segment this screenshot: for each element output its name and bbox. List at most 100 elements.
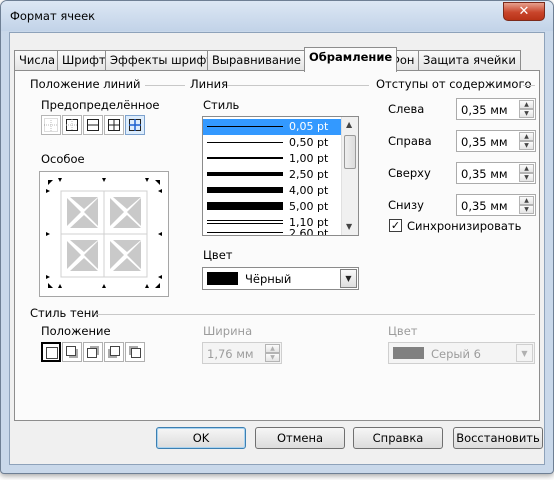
dialog-body: Числа Шрифт Эффекты шрифта Выравнивание … — [9, 32, 545, 465]
shadow-position-label: Положение — [41, 324, 111, 338]
predefined-label: Предопределённое — [41, 98, 160, 112]
line-group-title: Линия — [190, 77, 229, 91]
shadow-top-right-icon — [87, 346, 99, 358]
synchronize-checkbox[interactable]: ✓ — [389, 219, 402, 232]
scrollbar-thumb[interactable] — [344, 135, 356, 169]
scroll-up-icon[interactable]: ▲ — [346, 120, 352, 129]
decrement-icon[interactable]: ▼ — [265, 353, 280, 362]
spacing-bottom-field[interactable]: 0,35 мм ▲ ▼ — [456, 194, 536, 216]
spacing-left-label: Слева — [388, 102, 425, 116]
line-style-item[interactable]: 4,00 pt — [203, 183, 342, 199]
divider — [523, 85, 535, 86]
line-arrangement-title: Положение линий — [30, 77, 141, 91]
close-button[interactable]: ✕ — [503, 2, 545, 21]
line-sample — [207, 187, 283, 193]
line-style-scrollbar[interactable]: ▲ ▼ — [341, 117, 358, 235]
line-sample — [207, 172, 283, 176]
tab-numbers[interactable]: Числа — [14, 50, 61, 71]
help-button[interactable]: Справка — [353, 427, 443, 449]
shadow-bottom-right-button[interactable] — [62, 342, 82, 362]
line-style-label: 0,50 pt — [289, 136, 329, 149]
increment-icon[interactable]: ▲ — [519, 164, 534, 173]
scroll-down-icon[interactable]: ▼ — [346, 222, 352, 231]
synchronize-label[interactable]: Синхронизировать — [407, 219, 521, 233]
preset-outer-inner-button[interactable] — [125, 115, 145, 135]
line-style-label: 2,60 pt — [289, 227, 329, 236]
spacing-top-field[interactable]: 0,35 мм ▲ ▼ — [456, 162, 536, 184]
line-sample — [207, 142, 283, 143]
preset-none-button[interactable] — [41, 115, 61, 135]
shadow-color-value: Серый 6 — [431, 347, 481, 361]
preset-outer-button[interactable] — [62, 115, 82, 135]
line-style-item[interactable]: 2,50 pt — [203, 167, 342, 183]
line-style-item[interactable]: 1,00 pt — [203, 151, 342, 167]
color-swatch — [207, 272, 238, 285]
increment-icon[interactable]: ▲ — [265, 344, 280, 353]
line-sample — [207, 220, 283, 221]
decrement-icon[interactable]: ▼ — [519, 205, 534, 214]
decrement-icon[interactable]: ▼ — [519, 109, 534, 118]
increment-icon[interactable]: ▲ — [519, 196, 534, 205]
preset-outer-horizontal-button[interactable] — [83, 115, 103, 135]
line-style-item[interactable]: 5,00 pt — [203, 199, 342, 215]
shadow-bottom-left-button[interactable] — [104, 342, 124, 362]
dropdown-arrow-icon[interactable]: ▼ — [340, 269, 357, 288]
line-sample — [207, 223, 283, 224]
shadow-top-left-icon — [129, 346, 141, 358]
shadow-none-button[interactable] — [41, 342, 61, 362]
decrement-icon[interactable]: ▼ — [519, 173, 534, 182]
line-sample — [207, 126, 283, 127]
decrement-icon[interactable]: ▼ — [519, 141, 534, 150]
line-style-label: 1,00 pt — [289, 152, 329, 165]
dropdown-arrow-icon[interactable]: ▼ — [516, 344, 533, 362]
ok-button[interactable]: OK — [156, 427, 246, 449]
line-style-label: 4,00 pt — [289, 184, 329, 197]
increment-icon[interactable]: ▲ — [519, 100, 534, 109]
shadow-style-title: Стиль тени — [30, 306, 99, 320]
line-style-list[interactable]: 0,05 pt 0,50 pt 1,00 pt 2,50 pt 4,00 pt — [202, 116, 359, 236]
line-color-label: Цвет — [203, 248, 233, 262]
line-sample — [207, 157, 283, 159]
tab-alignment[interactable]: Выравнивание — [207, 50, 306, 71]
spacing-left-field[interactable]: 0,35 мм ▲ ▼ — [456, 98, 536, 120]
border-preview-grid — [46, 178, 162, 288]
user-defined-border-area[interactable] — [39, 171, 169, 297]
line-sample — [207, 202, 283, 210]
tab-borders[interactable]: Обрамление — [304, 47, 398, 72]
divider — [227, 85, 369, 86]
spacing-top-label: Сверху — [388, 166, 431, 180]
shadow-distance-label: Ширина — [203, 324, 253, 338]
increment-icon[interactable]: ▲ — [519, 132, 534, 141]
shadow-top-left-button[interactable] — [125, 342, 145, 362]
preset-outer-all-inner-button[interactable] — [104, 115, 124, 135]
cancel-button[interactable]: Отмена — [255, 427, 345, 449]
title-bar[interactable]: Формат ячеек ✕ — [1, 1, 553, 31]
spacing-left-value: 0,35 мм — [461, 103, 508, 117]
line-style-label: 2,50 pt — [289, 168, 329, 181]
tab-cell-protection[interactable]: Защита ячейки — [418, 50, 521, 71]
spacing-right-field[interactable]: 0,35 мм ▲ ▼ — [456, 130, 536, 152]
spacing-right-value: 0,35 мм — [461, 135, 508, 149]
line-style-item[interactable]: 0,50 pt — [203, 135, 342, 151]
spacing-title: Отступы от содержимого — [376, 77, 532, 91]
user-defined-label: Особое — [41, 152, 85, 166]
borders-panel: Положение линий Предопределённое Особое … — [14, 70, 540, 421]
shadow-top-right-button[interactable] — [83, 342, 103, 362]
divider — [145, 85, 185, 86]
border-none-icon — [44, 118, 58, 132]
dialog-window: Формат ячеек ✕ Числа Шрифт Эффекты шрифт… — [0, 0, 554, 474]
shadow-color-dropdown[interactable]: Серый 6 ▼ — [388, 342, 535, 364]
shadow-distance-field[interactable]: 1,76 мм ▲ ▼ — [202, 342, 282, 364]
shadow-bottom-left-icon — [108, 346, 120, 358]
border-outer-horizontal-icon — [87, 119, 99, 131]
line-color-dropdown[interactable]: Чёрный ▼ — [202, 267, 359, 290]
window-title: Формат ячеек — [10, 9, 96, 23]
border-outer-icon — [66, 119, 78, 131]
spacing-bottom-value: 0,35 мм — [461, 199, 508, 213]
line-style-item[interactable]: 0,05 pt — [203, 119, 342, 135]
reset-button[interactable]: Восстановить — [453, 427, 543, 449]
line-style-item[interactable]: 2,60 pt — [203, 227, 342, 236]
line-color-value: Чёрный — [245, 272, 292, 286]
line-style-label: 0,05 pt — [289, 120, 329, 133]
tab-font[interactable]: Шрифт — [57, 50, 111, 71]
